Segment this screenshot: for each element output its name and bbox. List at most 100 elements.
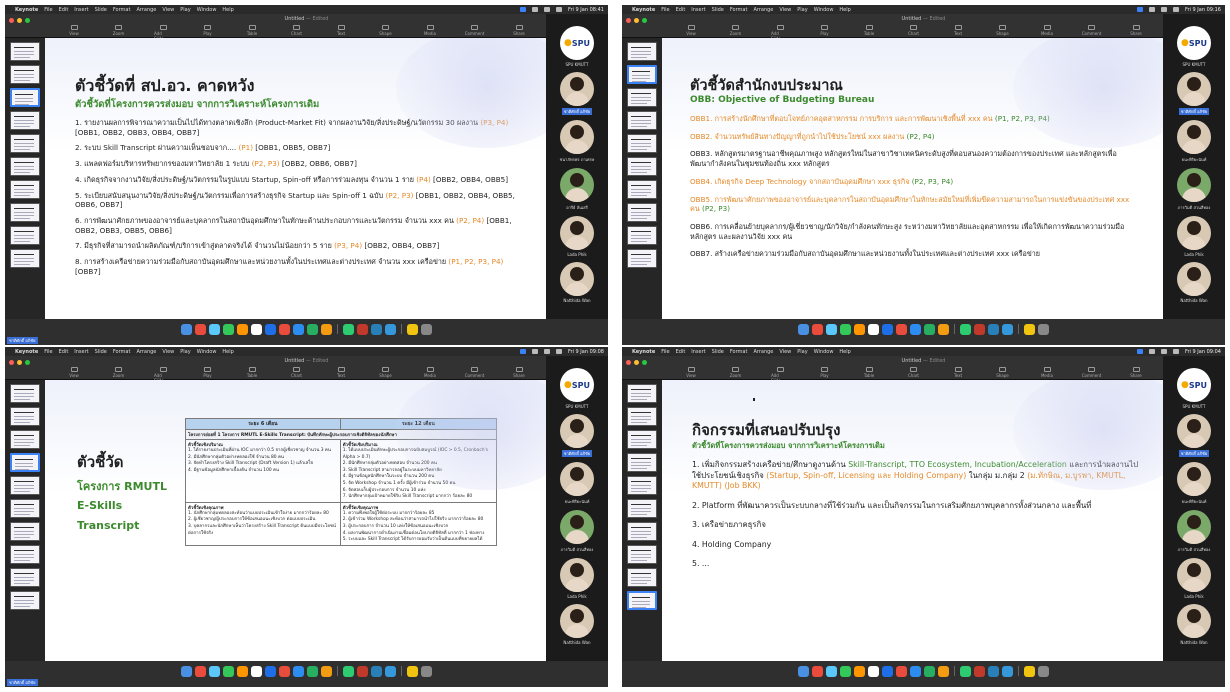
menu-view[interactable]: View [779, 349, 791, 355]
battery-icon[interactable] [1172, 7, 1179, 12]
slide-thumbnail[interactable] [627, 407, 657, 426]
trash-icon[interactable] [1038, 665, 1049, 677]
music-icon[interactable] [279, 665, 290, 677]
numbers-icon[interactable] [924, 665, 935, 677]
participant-tile[interactable]: ธนะพิริยะนันท์ [557, 462, 597, 505]
menu-slide[interactable]: Slide [95, 349, 107, 355]
menu-window[interactable]: Window [814, 349, 834, 355]
menu-file[interactable]: File [661, 349, 669, 355]
menu-format[interactable]: Format [113, 7, 131, 13]
numbers-icon[interactable] [924, 323, 935, 335]
menu-edit[interactable]: Edit [676, 7, 686, 13]
slide-thumbnail[interactable] [627, 499, 657, 518]
slide-canvas[interactable]: ตัวชี้วัดที่ สป.อว. คาดหวัง ตัวชี้วัดที่… [45, 38, 546, 319]
outlook-icon[interactable] [1002, 665, 1013, 677]
slide-thumbnail[interactable] [10, 476, 40, 495]
menu-play[interactable]: Play [797, 349, 807, 355]
menu-insert[interactable]: Insert [691, 7, 705, 13]
obb-list[interactable]: OBB1. การสร้างนักศึกษาที่ตอบโจทย์ภาคอุตส… [690, 114, 1130, 267]
outlook-icon[interactable] [1002, 323, 1013, 335]
slide-thumbnail[interactable] [10, 226, 40, 245]
finder-icon[interactable] [798, 665, 809, 677]
slide-thumbnail[interactable] [627, 180, 657, 199]
menu-insert[interactable]: Insert [74, 349, 88, 355]
menu-arrange[interactable]: Arrange [753, 7, 773, 13]
menu-window[interactable]: Window [814, 7, 834, 13]
pages-icon[interactable] [938, 323, 949, 335]
participant-tile[interactable]: Lada Phik [1174, 558, 1214, 599]
mail-icon[interactable] [854, 665, 865, 677]
participant-tile[interactable]: อารีย์ ลั่นเสรี [557, 168, 597, 211]
acrobat-icon[interactable] [357, 665, 368, 677]
participant-tile[interactable]: Lada Phik [1174, 216, 1214, 257]
slide-subtitle[interactable]: OBB: Objective of Budgeting Bureau [690, 95, 874, 105]
participant-tile[interactable]: ● SPU SPU KMUTT [557, 368, 597, 409]
chrome-icon[interactable] [960, 665, 971, 677]
menu-help[interactable]: Help [222, 7, 233, 13]
messages-icon[interactable] [223, 665, 234, 677]
zoom-share-icon[interactable] [1136, 7, 1143, 12]
finder-icon[interactable] [181, 665, 192, 677]
menu-view[interactable]: View [779, 7, 791, 13]
slide-thumbnail[interactable] [10, 180, 40, 199]
menu-edit[interactable]: Edit [676, 349, 686, 355]
menubar-clock[interactable]: Fri 9 Jan 09:04 [1185, 349, 1221, 355]
slide-canvas[interactable]: ตัวชี้วัดสำนักงบประมาณ OBB: Objective of… [662, 38, 1163, 319]
participant-tile[interactable]: Natthida Wan [1174, 604, 1214, 645]
numbers-icon[interactable] [307, 665, 318, 677]
acrobat-icon[interactable] [974, 665, 985, 677]
wifi-icon[interactable] [543, 7, 550, 12]
keynote-icon[interactable] [293, 665, 304, 677]
participant-tile[interactable]: ชาติศักดิ์ อภิชัย [557, 72, 597, 115]
safari-icon[interactable] [826, 323, 837, 335]
slide-thumbnail[interactable] [627, 42, 657, 61]
menu-slide[interactable]: Slide [95, 7, 107, 13]
calendar-icon[interactable] [868, 323, 879, 335]
slide-thumbnail[interactable] [10, 591, 40, 610]
status-icon[interactable] [531, 7, 538, 12]
slide-thumbnail-selected[interactable] [627, 591, 657, 610]
slide-thumbnail[interactable] [627, 111, 657, 130]
zoom-icon[interactable] [265, 323, 276, 335]
slide-thumbnail[interactable] [627, 249, 657, 268]
keynote-icon[interactable] [910, 323, 921, 335]
zoom-icon[interactable] [882, 665, 893, 677]
music-icon[interactable] [279, 323, 290, 335]
participant-tile[interactable]: ● SPU SPU KMUTT [557, 26, 597, 67]
music-icon[interactable] [896, 323, 907, 335]
menu-slide[interactable]: Slide [712, 349, 724, 355]
slide-thumbnail[interactable] [10, 203, 40, 222]
participant-tile[interactable]: ชาติศักดิ์ อภิชัย [1174, 414, 1214, 457]
slide-title[interactable]: ตัวชี้วัดที่ สป.อว. คาดหวัง [75, 74, 254, 99]
participant-tile[interactable]: Natthida Wan [557, 262, 597, 303]
slide-title[interactable]: กิจกรรมที่เสนอปรับปรุง [692, 418, 840, 442]
slide-thumbnail[interactable] [10, 568, 40, 587]
slide-thumbnail-selected[interactable] [10, 88, 40, 107]
slide-subtitle[interactable]: ตัวชี้วัดที่โครงการควรส่งมอบ จากการวิเคร… [692, 440, 885, 452]
slide-thumbnail[interactable] [10, 157, 40, 176]
slide-thumbnail[interactable] [10, 249, 40, 268]
word-icon[interactable] [371, 665, 382, 677]
zoom-share-icon[interactable] [1136, 349, 1143, 354]
menu-slide[interactable]: Slide [712, 7, 724, 13]
messages-icon[interactable] [840, 665, 851, 677]
messages-icon[interactable] [840, 323, 851, 335]
word-icon[interactable] [988, 323, 999, 335]
slide-thumbnail[interactable] [627, 453, 657, 472]
menu-format[interactable]: Format [113, 349, 131, 355]
zoom-icon[interactable] [882, 323, 893, 335]
participant-tile[interactable]: ● SPU SPU KMUTT [1174, 368, 1214, 409]
app-menu[interactable]: Keynote [632, 349, 655, 355]
zoom-icon[interactable] [265, 665, 276, 677]
slide-thumbnail[interactable] [627, 568, 657, 587]
participant-tile[interactable]: ● SPU SPU KMUTT [1174, 26, 1214, 67]
calendar-icon[interactable] [868, 665, 879, 677]
mail-icon[interactable] [237, 323, 248, 335]
participant-tile[interactable]: ภารวิมดี สวนสีทอง [1174, 510, 1214, 553]
keynote-icon[interactable] [910, 665, 921, 677]
slide[interactable]: กิจกรรมที่เสนอปรับปรุง ตัวชี้วัดที่โครงก… [662, 380, 1163, 661]
wifi-icon[interactable] [1160, 349, 1167, 354]
menu-view[interactable]: View [162, 349, 174, 355]
launchpad-icon[interactable] [195, 323, 206, 335]
keynote-icon[interactable] [293, 323, 304, 335]
